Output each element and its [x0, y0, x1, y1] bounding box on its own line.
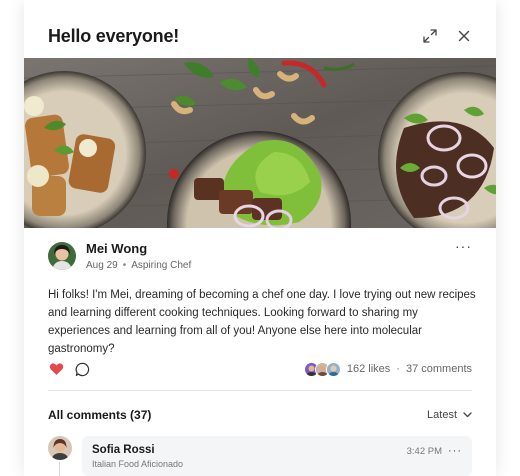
comments-header: All comments (37) Latest	[48, 406, 472, 424]
heart-icon[interactable]	[48, 361, 64, 377]
post-date: Aug 29	[86, 260, 118, 271]
commenter-role: Italian Food Aficionado	[92, 459, 184, 469]
reaction-bar: 162 likes · 37 comments	[48, 360, 472, 378]
liker-avatars[interactable]	[303, 361, 341, 377]
modal-title: Hello everyone!	[48, 25, 180, 46]
likes-count[interactable]: 162 likes	[347, 363, 390, 375]
post-modal: Hello everyone! Mei Wong Aug 29 • Aspiri…	[24, 0, 496, 476]
section-divider	[48, 390, 472, 391]
stats-separator: ·	[396, 363, 400, 375]
comments-count[interactable]: 37 comments	[406, 363, 472, 375]
comment-time: 3:42 PM	[406, 445, 442, 457]
commenter-avatar[interactable]	[48, 436, 72, 460]
expand-icon[interactable]	[422, 28, 438, 44]
comment-bubble: Sofia Rossi Italian Food Aficionado 3:42…	[82, 436, 472, 476]
post-hero-image	[24, 58, 496, 228]
header-actions	[422, 28, 472, 44]
reaction-stats: 162 likes · 37 comments	[303, 361, 472, 377]
author-role: Aspiring Chef	[131, 260, 192, 271]
close-icon[interactable]	[456, 28, 472, 44]
sort-label: Latest	[427, 409, 457, 421]
post-more-options-icon[interactable]: ···	[455, 239, 472, 253]
reaction-actions	[48, 361, 90, 377]
author-meta: Aug 29 • Aspiring Chef	[86, 260, 191, 271]
author-info: Mei Wong Aug 29 • Aspiring Chef	[86, 241, 191, 271]
comment-icon[interactable]	[74, 361, 90, 377]
author-avatar[interactable]	[48, 242, 76, 270]
comment-more-options-icon[interactable]: ···	[448, 445, 462, 457]
meta-separator: •	[122, 260, 127, 271]
comments-sort-dropdown[interactable]: Latest	[427, 409, 472, 421]
post-body-text: Hi folks! I'm Mei, dreaming of becoming …	[48, 289, 476, 355]
chevron-down-icon	[463, 409, 472, 421]
comment-meta: 3:42 PM ···	[407, 445, 462, 457]
author-name[interactable]: Mei Wong	[86, 241, 191, 256]
post-author: Mei Wong Aug 29 • Aspiring Chef ···	[48, 239, 472, 272]
comments-title: All comments (37)	[48, 408, 152, 422]
liker-avatar	[325, 361, 341, 377]
comment-item: Sofia Rossi Italian Food Aficionado 3:42…	[48, 436, 472, 476]
thread-line	[59, 462, 60, 476]
page-frame: Hello everyone! Mei Wong Aug 29 • Aspiri…	[0, 0, 520, 476]
modal-header: Hello everyone!	[48, 22, 472, 50]
